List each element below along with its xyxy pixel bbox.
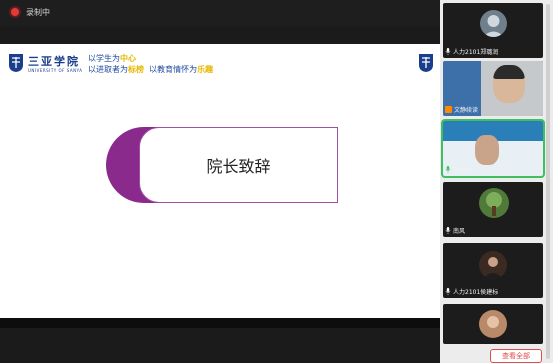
mic-icon	[445, 166, 451, 173]
participant-tile[interactable]: 人力2101侯建标	[443, 243, 543, 298]
participant-tile[interactable]	[443, 304, 543, 344]
mic-icon	[445, 227, 451, 234]
avatar	[480, 10, 507, 37]
meeting-window: 录制中 三亚学院 UNIVERSITY OF SANYA 以学生为中心 以进取者…	[0, 0, 553, 363]
avatar	[479, 251, 507, 279]
host-icon	[445, 106, 452, 113]
mic-icon	[445, 48, 451, 55]
school-logo-icon	[419, 54, 433, 72]
participant-name-text: 南风	[453, 228, 466, 235]
participant-name-text: 人力2101郑璐润	[453, 49, 499, 56]
school-logo-icon	[9, 54, 23, 72]
participant-tile-active[interactable]: 王云凤	[441, 119, 545, 178]
motto-highlight: 标榜	[128, 65, 144, 74]
panel-scrollbar[interactable]	[546, 4, 550, 359]
participant-tile[interactable]: 人力2101郑璐润	[443, 3, 543, 58]
participant-name-text: 王云凤	[453, 167, 472, 174]
participant-panel: 人力2101郑璐润 文静续读 王云凤 南风 人力2101侯建标 查看全部	[440, 0, 553, 363]
school-name-english: UNIVERSITY OF SANYA	[28, 68, 83, 73]
mic-icon	[445, 288, 451, 295]
view-all-button[interactable]: 查看全部	[490, 349, 542, 363]
motto-text: 以教育情怀为	[144, 65, 198, 74]
school-name: 三亚学院	[28, 55, 80, 68]
avatar	[479, 310, 507, 338]
shared-slide: 三亚学院 UNIVERSITY OF SANYA 以学生为中心 以进取者为标榜 …	[0, 44, 440, 318]
participant-name: 文静续读	[445, 105, 478, 114]
avatar	[493, 65, 525, 103]
record-icon	[11, 8, 19, 16]
avatar	[475, 135, 499, 165]
motto-text: 以学生为	[88, 54, 120, 63]
participant-name: 南风	[445, 226, 465, 235]
motto-highlight: 乐趣	[197, 65, 214, 74]
participant-name-text: 人力2101侯建标	[453, 289, 499, 296]
hair	[493, 65, 525, 79]
avatar	[479, 188, 509, 218]
motto-line-2: 以进取者为标榜 以教育情怀为乐趣	[88, 64, 213, 75]
recording-status[interactable]: 录制中	[26, 7, 50, 18]
motto-highlight: 中心	[120, 54, 136, 63]
participant-name: 人力2101侯建标	[445, 287, 498, 296]
slide-title: 院长致辞	[206, 157, 271, 176]
motto-text: 以进取者为	[88, 65, 128, 74]
participant-name: 人力2101郑璐润	[445, 47, 498, 56]
motto-line-1: 以学生为中心	[88, 53, 136, 64]
participant-tile[interactable]: 南风	[443, 182, 543, 237]
slide-title-box: 院长致辞	[106, 127, 338, 203]
participant-tile[interactable]: 文静续读	[443, 61, 543, 116]
participant-name: 王云凤	[445, 165, 471, 174]
recording-bar: 录制中	[0, 0, 440, 26]
slide-bottom-strip	[0, 318, 440, 328]
participant-name-text: 文静续读	[454, 107, 479, 114]
